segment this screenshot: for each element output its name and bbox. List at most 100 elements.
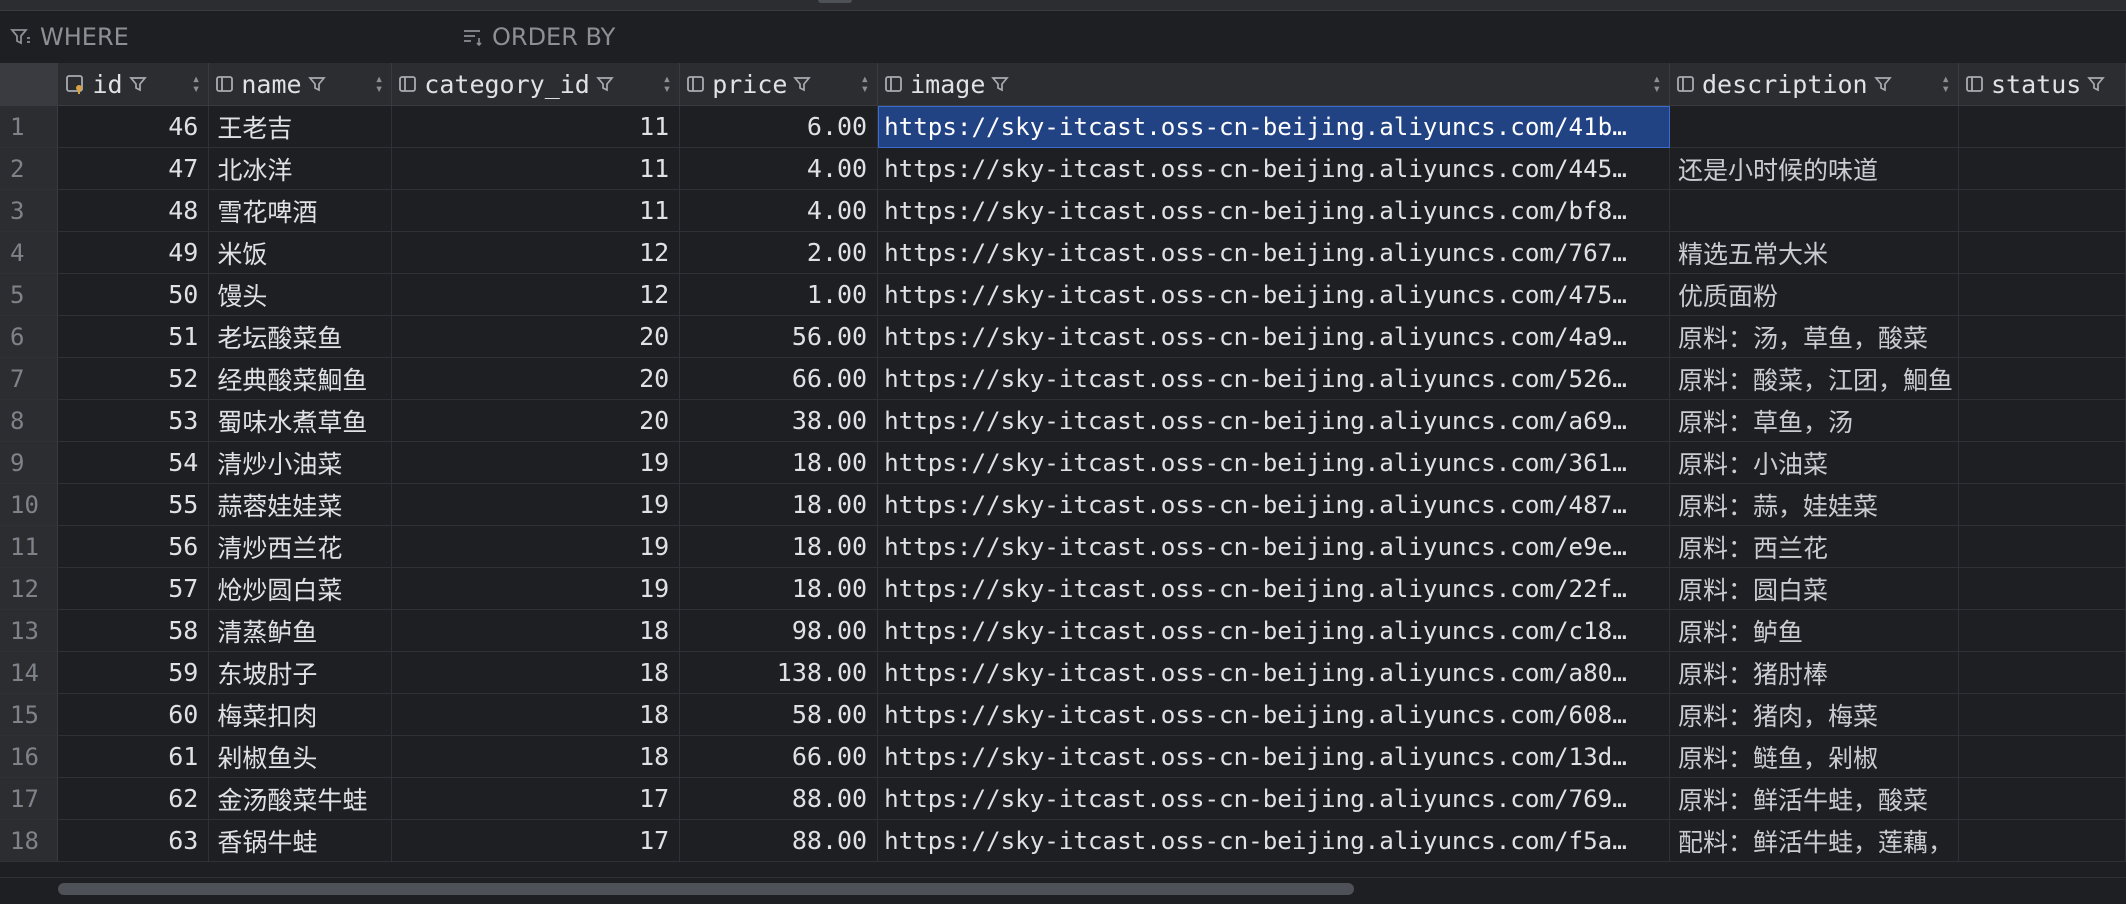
table-row[interactable]: 3 48 雪花啤酒 11 4.00 https://sky-itcast.oss-cn-b… [0, 189, 2126, 232]
cell-id[interactable]: 50 [57, 273, 210, 316]
column-filter-icon[interactable] [128, 75, 147, 93]
cell-price[interactable]: 58.00 [679, 693, 879, 736]
cell-status[interactable] [1958, 693, 2126, 736]
table-row[interactable]: 18 63 香锅牛蛙 17 88.00 https://sky-itcast.oss-cn… [0, 819, 2126, 862]
cell-image[interactable]: https://sky-itcast.oss-cn-beijing.aliyun… [877, 399, 1670, 442]
cell-status[interactable] [1958, 231, 2126, 274]
cell-id[interactable]: 46 [57, 105, 210, 148]
cell-description[interactable]: 原料：圆白菜 [1669, 567, 1959, 610]
cell-category-id[interactable]: 18 [391, 609, 681, 652]
cell-category-id[interactable]: 18 [391, 735, 681, 778]
cell-name[interactable]: 清蒸鲈鱼 [208, 609, 393, 652]
panel-resize-handle[interactable] [818, 0, 852, 3]
cell-category-id[interactable]: 20 [391, 399, 681, 442]
row-number[interactable]: 17 [0, 777, 59, 820]
row-number[interactable]: 18 [0, 819, 59, 862]
table-row[interactable]: 5 50 馒头 12 1.00 https://sky-itcast.oss-cn-bei… [0, 273, 2126, 316]
cell-id[interactable]: 59 [57, 651, 210, 694]
column-filter-icon[interactable] [2087, 75, 2106, 93]
cell-id[interactable]: 47 [57, 147, 210, 190]
cell-name[interactable]: 经典酸菜鮰鱼 [208, 357, 393, 400]
sort-arrows-icon[interactable]: ▴ ▾ [192, 72, 200, 96]
cell-price[interactable]: 56.00 [679, 315, 879, 358]
cell-category-id[interactable]: 17 [391, 777, 681, 820]
cell-category-id[interactable]: 19 [391, 525, 681, 568]
row-number[interactable]: 9 [0, 441, 59, 484]
cell-image[interactable]: https://sky-itcast.oss-cn-beijing.aliyun… [877, 651, 1670, 694]
cell-id[interactable]: 51 [57, 315, 210, 358]
cell-name[interactable]: 东坡肘子 [208, 651, 393, 694]
row-number[interactable]: 16 [0, 735, 59, 778]
table-row[interactable]: 10 55 蒜蓉娃娃菜 19 18.00 https://sky-itcast.oss-c… [0, 483, 2126, 526]
cell-id[interactable]: 60 [57, 693, 210, 736]
scrollbar-thumb[interactable] [58, 883, 1354, 895]
table-row[interactable]: 6 51 老坛酸菜鱼 20 56.00 https://sky-itcast.oss-cn… [0, 315, 2126, 358]
table-row[interactable]: 13 58 清蒸鲈鱼 18 98.00 https://sky-itcast.oss-cn… [0, 609, 2126, 652]
cell-id[interactable]: 57 [57, 567, 210, 610]
column-filter-icon[interactable] [596, 75, 614, 93]
cell-category-id[interactable]: 11 [391, 189, 681, 232]
cell-category-id[interactable]: 18 [391, 651, 681, 694]
cell-category-id[interactable]: 19 [391, 567, 681, 610]
cell-description[interactable]: 精选五常大米 [1669, 231, 1959, 274]
sort-arrows-icon[interactable]: ▴ ▾ [1653, 72, 1661, 96]
table-row[interactable]: 9 54 清炒小油菜 19 18.00 https://sky-itcast.oss-cn… [0, 441, 2126, 484]
cell-name[interactable]: 清炒小油菜 [208, 441, 393, 484]
cell-name[interactable]: 金汤酸菜牛蛙 [208, 777, 393, 820]
cell-price[interactable]: 88.00 [679, 777, 879, 820]
cell-image[interactable]: https://sky-itcast.oss-cn-beijing.aliyun… [877, 273, 1670, 316]
cell-name[interactable]: 蒜蓉娃娃菜 [208, 483, 393, 526]
cell-category-id[interactable]: 20 [391, 315, 681, 358]
row-number[interactable]: 11 [0, 525, 59, 568]
select-all-corner[interactable] [0, 63, 59, 106]
cell-status[interactable] [1958, 525, 2126, 568]
cell-status[interactable] [1958, 735, 2126, 778]
cell-status[interactable] [1958, 777, 2126, 820]
cell-name[interactable]: 米饭 [208, 231, 393, 274]
cell-name[interactable]: 老坛酸菜鱼 [208, 315, 393, 358]
table-row[interactable]: 16 61 剁椒鱼头 18 66.00 https://sky-itcast.oss-cn… [0, 735, 2126, 778]
row-number[interactable]: 4 [0, 231, 59, 274]
cell-price[interactable]: 66.00 [679, 357, 879, 400]
cell-image[interactable]: https://sky-itcast.oss-cn-beijing.aliyun… [877, 609, 1670, 652]
cell-description[interactable]: 原料：酸菜，江团，鮰鱼 [1669, 357, 1959, 400]
cell-id[interactable]: 63 [57, 819, 210, 862]
cell-category-id[interactable]: 17 [391, 819, 681, 862]
sort-arrows-icon[interactable]: ▴ ▾ [861, 72, 869, 96]
cell-category-id[interactable]: 19 [391, 483, 681, 526]
row-number[interactable]: 6 [0, 315, 59, 358]
cell-name[interactable]: 梅菜扣肉 [208, 693, 393, 736]
cell-description[interactable]: 原料：小油菜 [1669, 441, 1959, 484]
row-number[interactable]: 13 [0, 609, 59, 652]
cell-category-id[interactable]: 19 [391, 441, 681, 484]
cell-description[interactable]: 原料：西兰花 [1669, 525, 1959, 568]
cell-description[interactable]: 原料：鲈鱼 [1669, 609, 1959, 652]
cell-price[interactable]: 66.00 [679, 735, 879, 778]
table-row[interactable]: 8 53 蜀味水煮草鱼 20 38.00 https://sky-itcast.oss-c… [0, 399, 2126, 442]
cell-status[interactable] [1958, 567, 2126, 610]
row-number[interactable]: 3 [0, 189, 59, 232]
cell-id[interactable]: 52 [57, 357, 210, 400]
row-number[interactable]: 8 [0, 399, 59, 442]
cell-id[interactable]: 48 [57, 189, 210, 232]
cell-image[interactable]: https://sky-itcast.oss-cn-beijing.aliyun… [877, 189, 1670, 232]
cell-image[interactable]: https://sky-itcast.oss-cn-beijing.aliyun… [877, 483, 1670, 526]
cell-name[interactable]: 王老吉 [208, 105, 393, 148]
table-row[interactable]: 7 52 经典酸菜鮰鱼 20 66.00 https://sky-itcast.oss-c… [0, 357, 2126, 400]
cell-price[interactable]: 18.00 [679, 483, 879, 526]
cell-description[interactable]: 原料：草鱼，汤 [1669, 399, 1959, 442]
cell-price[interactable]: 18.00 [679, 441, 879, 484]
cell-description[interactable]: 优质面粉 [1669, 273, 1959, 316]
cell-name[interactable]: 剁椒鱼头 [208, 735, 393, 778]
table-row[interactable]: 11 56 清炒西兰花 19 18.00 https://sky-itcast.oss-c… [0, 525, 2126, 568]
cell-image[interactable]: https://sky-itcast.oss-cn-beijing.aliyun… [877, 525, 1670, 568]
horizontal-scrollbar[interactable] [0, 877, 2126, 904]
cell-description[interactable]: 还是小时候的味道 [1669, 147, 1959, 190]
cell-image[interactable]: https://sky-itcast.oss-cn-beijing.aliyun… [877, 147, 1670, 190]
column-header-image[interactable]: image ▴ ▾ [877, 63, 1670, 106]
column-header-price[interactable]: price ▴ ▾ [679, 63, 879, 106]
cell-name[interactable]: 雪花啤酒 [208, 189, 393, 232]
column-filter-icon[interactable] [991, 75, 1010, 93]
cell-description[interactable] [1669, 189, 1959, 232]
sort-arrows-icon[interactable]: ▴ ▾ [375, 72, 383, 96]
